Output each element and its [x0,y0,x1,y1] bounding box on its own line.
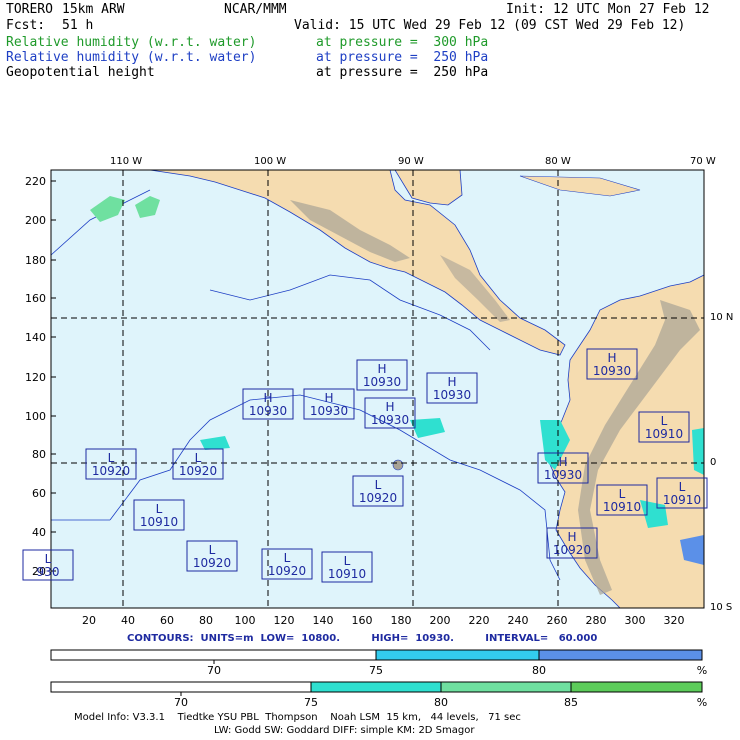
x-tick-220: 220 [469,614,490,627]
x-tick-300: 300 [625,614,646,627]
colorbar-300: 70 75 80 85 % [50,681,707,709]
pressure-center-type: L [108,451,115,465]
x-tick-260: 260 [547,614,568,627]
pressure-center-value: 10930 [249,404,287,418]
pressure-center-type: L [619,487,626,501]
cb250-label-80: 80 [532,664,546,677]
pressure-center-type: H [607,351,616,365]
pressure-center-type: L [375,478,382,492]
pressure-center-type: L [284,551,291,565]
pressure-center-value: 10930 [593,364,631,378]
pressure-center-value: 10920 [193,556,231,570]
pressure-center-type: L [661,414,668,428]
x-tick-240: 240 [508,614,529,627]
contours-info: CONTOURS: UNITS=m LOW= 10800. HIGH= 1093… [127,633,598,644]
pressure-center-type: H [567,530,576,544]
x-tick-180: 180 [391,614,412,627]
colorbar-250: 70 75 80 % [50,649,707,677]
pressure-center-value: 10930 [310,404,348,418]
pressure-center-value: 930 [37,565,60,579]
pressure-center-type: H [558,455,567,469]
pressure-center-value: 10910 [663,493,701,507]
cb250-label-75: 75 [369,664,383,677]
pressure-center-value: 10910 [140,515,178,529]
pressure-center-value: 10920 [179,464,217,478]
cb300-label-75: 75 [304,696,318,709]
x-tick-200: 200 [430,614,451,627]
cb250-unit: % [697,664,707,677]
cb300-label-70: 70 [174,696,188,709]
pressure-center-type: L [156,502,163,516]
pressure-center-type: H [377,362,386,376]
cb250-label-70: 70 [207,664,221,677]
pressure-center-value: 10910 [328,567,366,581]
y-tick-140: 140 [25,331,46,344]
pressure-center-value: 10930 [371,413,409,427]
x-tick-120: 120 [274,614,295,627]
pressure-center-value: 10910 [645,427,683,441]
cb300-label-85: 85 [564,696,578,709]
galapagos [392,459,404,471]
pressure-center-type: L [344,554,351,568]
pressure-center-value: 10920 [268,564,306,578]
pressure-center-type: H [447,375,456,389]
pressure-center-type: H [385,400,394,414]
x-tick-60: 60 [160,614,174,627]
x-tick-160: 160 [352,614,373,627]
pressure-center-value: 10930 [544,468,582,482]
x-tick-280: 280 [586,614,607,627]
pressure-center-type: L [679,480,686,494]
model-info-line1: Model Info: V3.3.1 Tiedtke YSU PBL Thomp… [74,712,521,723]
x-tick-40: 40 [121,614,135,627]
x-tick-100: 100 [235,614,256,627]
pressure-center-value: 10920 [359,491,397,505]
model-info-line2: LW: Godd SW: Goddard DIFF: simple KM: 2D… [214,725,475,736]
pressure-center-type: H [324,391,333,405]
pressure-center-value: 10920 [553,543,591,557]
pressure-center-value: 10930 [433,388,471,402]
pressure-center-type: L [195,451,202,465]
y-tick-120: 120 [25,371,46,384]
weather-map: 220 200 180 160 140 120 100 80 60 40 20 … [22,169,708,627]
y-tick-80: 80 [32,448,46,461]
pressure-center-value: 10910 [603,500,641,514]
pressure-center-value: 10920 [92,464,130,478]
cb300-unit: % [697,696,707,709]
pressure-center-type: L [209,543,216,557]
y-tick-220: 220 [25,175,46,188]
x-tick-320: 320 [664,614,685,627]
cb300-label-80: 80 [434,696,448,709]
x-tick-80: 80 [199,614,213,627]
x-tick-20: 20 [82,614,96,627]
pressure-center-value: 10930 [363,375,401,389]
x-tick-140: 140 [313,614,334,627]
y-tick-180: 180 [25,254,46,267]
pressure-center-type: L [45,552,52,566]
y-tick-40: 40 [32,526,46,539]
y-tick-200: 200 [25,214,46,227]
pressure-center-type: H [263,391,272,405]
y-tick-160: 160 [25,292,46,305]
y-tick-60: 60 [32,487,46,500]
y-tick-100: 100 [25,410,46,423]
